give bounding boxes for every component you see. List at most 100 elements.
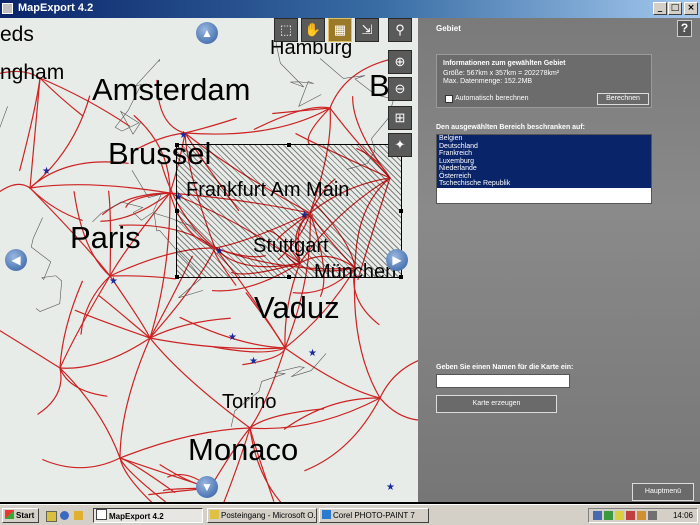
move-icon[interactable]: ⇲ (355, 18, 379, 42)
taskbar: Start MapExport 4.2 Posteingang - Micros… (0, 504, 700, 525)
road (97, 294, 151, 339)
europe-overview-icon[interactable]: ✦ (388, 133, 412, 157)
info-title: Informationen zum gewählten Gebiet (443, 60, 566, 67)
app-icon (96, 509, 107, 520)
capital-star-icon: ★ (109, 276, 118, 287)
city-label: B (369, 68, 390, 103)
road (29, 95, 91, 189)
name-prompt: Geben Sie einen Namen für die Karte ein: (436, 364, 574, 371)
tray-icon[interactable] (626, 511, 635, 520)
road (37, 367, 62, 415)
zoom-in-icon[interactable]: ⊕ (388, 50, 412, 74)
restrict-title: Den ausgewählten Bereich beschranken auf… (436, 124, 585, 131)
map-view[interactable]: ★★★★★★★★★★ eds ngham Hamburg Amsterdam B… (0, 18, 418, 502)
app-icon (2, 3, 13, 14)
tray-icon[interactable] (604, 511, 613, 520)
road (149, 337, 286, 350)
selection-handle[interactable] (287, 143, 291, 147)
area-panel: Gebiet ? Informationen zum gewählten Geb… (418, 18, 700, 502)
create-map-button[interactable]: Karte erzeugen (436, 395, 557, 413)
list-item[interactable]: Tschechische Republik (437, 180, 651, 188)
section-title: Gebiet (436, 24, 461, 33)
tray-icon[interactable] (615, 511, 624, 520)
task-button[interactable]: MapExport 4.2 (93, 508, 203, 523)
auto-calc-checkbox[interactable] (445, 95, 453, 103)
country-list[interactable]: Belgien Deutschland Frankreich Luxemburg… (436, 134, 652, 204)
outlook-icon[interactable] (74, 511, 83, 520)
calculate-button[interactable]: Berechnen (597, 93, 649, 105)
road (0, 329, 61, 369)
windows-logo-icon (5, 510, 14, 519)
pan-west-icon[interactable]: ◀ (5, 249, 27, 271)
selection-handle[interactable] (399, 275, 403, 279)
clock[interactable]: 14:06 (673, 510, 693, 521)
task-label: MapExport 4.2 (109, 512, 164, 521)
list-item[interactable]: Niederlande (437, 165, 651, 173)
inbox-icon (210, 510, 219, 519)
selection-handle[interactable] (287, 275, 291, 279)
road (74, 309, 151, 339)
main-menu-button[interactable]: Hauptmenü (632, 483, 694, 501)
desktop-icon[interactable] (46, 511, 57, 522)
road (29, 77, 41, 189)
road (184, 107, 331, 135)
speaker-icon[interactable] (648, 511, 657, 520)
city-label: München (314, 261, 397, 283)
tray-icon[interactable] (637, 511, 646, 520)
hand-pan-icon[interactable]: ✋ (301, 18, 325, 42)
road (59, 337, 151, 369)
city-label: eds (0, 23, 34, 46)
city-label: ngham (0, 61, 65, 84)
zoom-area-icon[interactable]: ⊞ (388, 106, 412, 130)
pan-south-icon[interactable]: ▼ (196, 476, 218, 498)
list-item[interactable]: Luxemburg (437, 157, 651, 165)
selection-handle[interactable] (399, 209, 403, 213)
road (19, 77, 41, 172)
city-label: Torino (222, 391, 277, 413)
tray-icon[interactable] (593, 511, 602, 520)
city-label: Brussel (108, 136, 212, 171)
zoom-select-icon[interactable]: ⬚ (274, 18, 298, 42)
list-item[interactable]: Frankreich (437, 150, 651, 158)
window-title: MapExport 4.2 (18, 2, 94, 14)
list-item[interactable]: Deutschland (437, 142, 651, 150)
capital-star-icon: ★ (386, 482, 395, 493)
border-line (0, 106, 8, 128)
road (353, 267, 381, 399)
close-button[interactable]: × (684, 2, 698, 15)
list-item[interactable]: Österreich (437, 172, 651, 180)
capital-star-icon: ★ (228, 332, 237, 343)
selection-handle[interactable] (175, 275, 179, 279)
road (149, 317, 231, 339)
road (59, 280, 83, 369)
task-button[interactable]: Posteingang - Microsoft O... (207, 508, 317, 523)
browser-icon[interactable] (60, 511, 69, 520)
road (0, 183, 31, 193)
start-label: Start (16, 511, 35, 520)
road (109, 275, 176, 280)
help-button[interactable]: ? (677, 20, 692, 37)
area-select-icon[interactable]: ▦ (328, 18, 352, 42)
selection-handle[interactable] (175, 209, 179, 213)
map-name-input[interactable] (436, 374, 570, 388)
list-item[interactable]: Belgien (437, 135, 651, 143)
auto-calc-label: Automatisch berechnen (455, 95, 529, 102)
road (149, 337, 251, 429)
size-text: Größe: 567km x 357km = 202278km² (443, 70, 560, 77)
road (119, 457, 166, 502)
pan-east-icon[interactable]: ▶ (386, 249, 408, 271)
minimize-button[interactable]: _ (653, 2, 667, 15)
city-label: Vaduz (254, 290, 340, 325)
maximize-button[interactable]: □ (668, 2, 682, 15)
system-tray: 14:06 (588, 508, 698, 523)
road (304, 397, 381, 472)
pan-north-icon[interactable]: ▲ (196, 22, 218, 44)
magnifier-info-icon[interactable]: ⚲ (388, 18, 412, 42)
zoom-out-icon[interactable]: ⊖ (388, 77, 412, 101)
start-button[interactable]: Start (2, 508, 39, 523)
city-label: Stuttgart (253, 235, 329, 257)
task-button[interactable]: Corel PHOTO-PAINT 7 (319, 508, 429, 523)
road (379, 397, 418, 421)
title-bar: MapExport 4.2 _ □ × (0, 0, 700, 18)
data-size-text: Max. Datenmenge: 152.2MB (443, 78, 533, 85)
